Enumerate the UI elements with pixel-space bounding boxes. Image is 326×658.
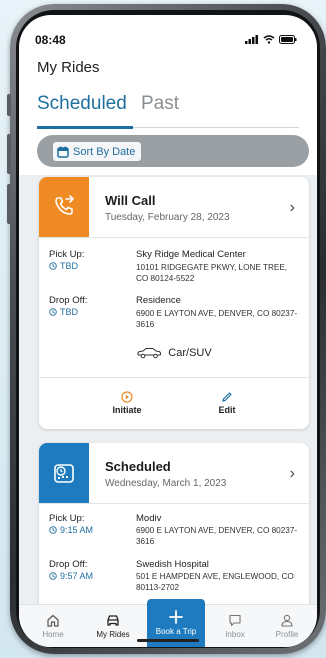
initiate-label: Initiate bbox=[112, 405, 142, 415]
tab-past[interactable]: Past bbox=[141, 93, 179, 115]
clock-icon bbox=[49, 526, 57, 534]
sort-bar: Sort By Date bbox=[37, 135, 309, 167]
dropoff-address: 501 E HAMPDEN AVE, ENGLEWOOD, CO 80113-2… bbox=[136, 572, 294, 592]
ride-type-title: Will Call bbox=[105, 193, 156, 208]
dropoff-address: 6900 E LAYTON AVE, DENVER, CO 80237-3616 bbox=[136, 309, 298, 329]
wifi-icon bbox=[263, 35, 275, 44]
ride-card[interactable]: Will Call Tuesday, February 28, 2023 › P… bbox=[39, 177, 309, 429]
initiate-button[interactable]: Initiate bbox=[87, 391, 167, 415]
ride-card-header[interactable]: Scheduled Wednesday, March 1, 2023 › bbox=[39, 443, 309, 503]
phone-forward-icon bbox=[39, 177, 89, 237]
ride-card-header[interactable]: Will Call Tuesday, February 28, 2023 › bbox=[39, 177, 309, 237]
battery-icon bbox=[279, 35, 297, 44]
plus-icon bbox=[169, 610, 183, 624]
ride-type-title: Scheduled bbox=[105, 459, 171, 474]
active-tab-indicator bbox=[37, 126, 133, 129]
nav-inbox[interactable]: Inbox bbox=[207, 605, 263, 647]
nav-profile-label: Profile bbox=[275, 629, 299, 639]
pickup-address: 10101 RIDGEGATE PKWY, LONE TREE, CO 8012… bbox=[136, 263, 288, 283]
home-indicator[interactable] bbox=[137, 639, 199, 642]
sort-by-date-button[interactable]: Sort By Date bbox=[53, 142, 142, 161]
sort-label: Sort By Date bbox=[73, 145, 136, 158]
tab-scheduled[interactable]: Scheduled bbox=[37, 93, 127, 115]
nav-home-label: Home bbox=[42, 629, 64, 639]
car-icon bbox=[137, 348, 162, 359]
clock-icon bbox=[49, 308, 57, 316]
divider bbox=[39, 503, 309, 504]
play-circle-icon bbox=[121, 391, 133, 403]
vehicle-label: Car/SUV bbox=[168, 347, 212, 359]
nav-home[interactable]: Home bbox=[25, 605, 81, 647]
pickup-address: 6900 E LAYTON AVE, DENVER, CO 80237-3616 bbox=[136, 526, 298, 546]
ride-date: Tuesday, February 28, 2023 bbox=[105, 212, 230, 223]
home-icon bbox=[47, 614, 59, 627]
ride-date: Wednesday, March 1, 2023 bbox=[105, 478, 227, 489]
divider bbox=[39, 237, 309, 238]
divider bbox=[39, 377, 309, 378]
pickup-place: Modiv bbox=[136, 513, 162, 524]
dropoff-time: TBD bbox=[49, 307, 78, 317]
nav-my-rides-label: My Rides bbox=[96, 629, 130, 639]
dropoff-label: Drop Off: bbox=[49, 295, 88, 306]
nav-my-rides[interactable]: My Rides bbox=[85, 605, 141, 647]
signal-icon bbox=[245, 35, 258, 44]
chevron-right-icon[interactable]: › bbox=[290, 199, 295, 217]
status-bar: 08:48 bbox=[19, 15, 317, 59]
clock-icon bbox=[49, 262, 57, 270]
pickup-time: 9:15 AM bbox=[49, 525, 93, 535]
calendar-icon bbox=[57, 146, 69, 158]
pickup-label: Pick Up: bbox=[49, 249, 85, 260]
status-icons bbox=[245, 35, 297, 44]
dropoff-place: Swedish Hospital bbox=[136, 559, 209, 570]
mute-switch bbox=[7, 94, 11, 116]
clock-icon bbox=[49, 572, 57, 580]
pickup-place: Sky Ridge Medical Center bbox=[136, 249, 246, 260]
nav-book-a-trip-label: Book a Trip bbox=[155, 627, 197, 636]
dropoff-label: Drop Off: bbox=[49, 559, 88, 570]
person-icon bbox=[281, 614, 293, 627]
ride-card[interactable]: Scheduled Wednesday, March 1, 2023 › Pic… bbox=[39, 443, 309, 607]
pickup-time-value: 9:15 AM bbox=[60, 525, 94, 535]
bottom-nav: Home My Rides Book a Trip Inbox Profile bbox=[19, 599, 317, 647]
pickup-time: TBD bbox=[49, 261, 78, 271]
vehicle-type: Car/SUV bbox=[39, 347, 309, 359]
pickup-label: Pick Up: bbox=[49, 513, 85, 524]
chat-icon bbox=[229, 614, 241, 626]
calendar-clock-icon bbox=[39, 443, 89, 503]
app-screen: 08:48 My Rides Scheduled Past Sort By Da… bbox=[19, 15, 317, 647]
dropoff-time-value: TBD bbox=[60, 307, 78, 317]
car-icon bbox=[107, 614, 119, 626]
pencil-icon bbox=[222, 392, 232, 402]
edit-label: Edit bbox=[218, 405, 236, 415]
dropoff-place: Residence bbox=[136, 295, 181, 306]
dropoff-time-value: 9:57 AM bbox=[60, 571, 94, 581]
pickup-time-value: TBD bbox=[60, 261, 78, 271]
dropoff-time: 9:57 AM bbox=[49, 571, 93, 581]
nav-inbox-label: Inbox bbox=[225, 629, 245, 639]
volume-up-button bbox=[7, 134, 11, 174]
chevron-right-icon[interactable]: › bbox=[290, 465, 295, 483]
ride-tabs: Scheduled Past bbox=[37, 93, 299, 129]
nav-profile[interactable]: Profile bbox=[259, 605, 315, 647]
rides-list[interactable]: Will Call Tuesday, February 28, 2023 › P… bbox=[19, 175, 317, 607]
volume-down-button bbox=[7, 184, 11, 224]
edit-button[interactable]: Edit bbox=[187, 391, 267, 415]
status-time: 08:48 bbox=[35, 33, 66, 47]
page-title: My Rides bbox=[37, 59, 100, 76]
